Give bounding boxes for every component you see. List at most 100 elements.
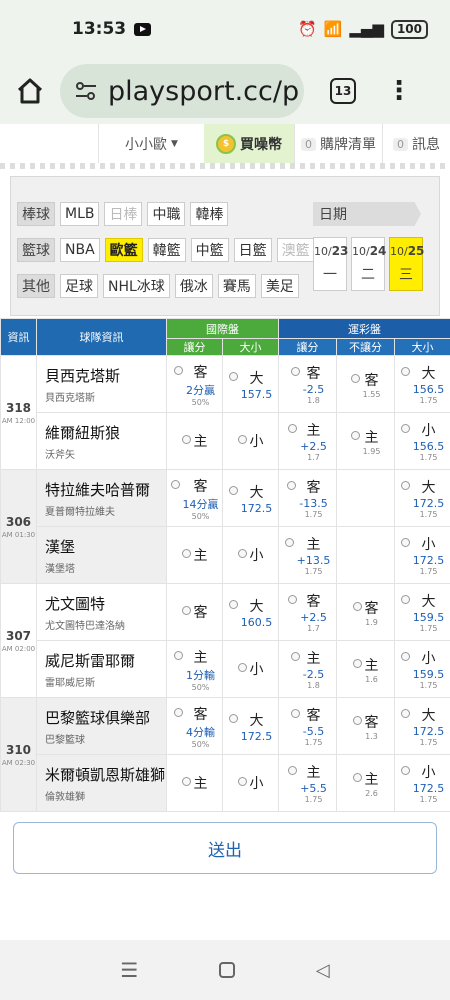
radio-button[interactable]: [290, 367, 300, 376]
radio-button[interactable]: [174, 650, 183, 660]
odds-option[interactable]: 客 4分輸 50%: [166, 697, 223, 755]
radio-button[interactable]: [181, 777, 191, 786]
radio-button[interactable]: [400, 709, 410, 718]
radio-button[interactable]: [228, 713, 238, 723]
radio-button[interactable]: [174, 365, 183, 375]
radio-button[interactable]: [400, 481, 410, 490]
radio-button[interactable]: [237, 777, 247, 786]
odds-option[interactable]: 大 160.5: [222, 583, 279, 641]
date-tab-25[interactable]: 10/25 三: [389, 237, 424, 291]
radio-button[interactable]: [284, 538, 294, 547]
radio-button[interactable]: [287, 481, 297, 490]
home-nav-icon[interactable]: [219, 962, 236, 978]
odds-option[interactable]: 主 1.95: [336, 412, 395, 470]
radio-button[interactable]: [400, 424, 410, 433]
site-settings-icon[interactable]: [74, 81, 98, 101]
odds-option[interactable]: 小: [222, 754, 279, 812]
filter-khl[interactable]: 俄冰: [174, 274, 213, 298]
radio-button[interactable]: [400, 595, 410, 604]
filter-euro-basketball[interactable]: 歐籃: [104, 238, 143, 262]
odds-option[interactable]: 客 1.55: [336, 355, 395, 413]
radio-button[interactable]: [288, 424, 298, 433]
radio-button[interactable]: [288, 766, 298, 775]
radio-button[interactable]: [400, 766, 410, 775]
odds-option[interactable]: 大 172.5: [222, 697, 279, 755]
filter-nfl[interactable]: 美足: [260, 274, 299, 298]
odds-option[interactable]: 大 172.5 1.75: [393, 469, 450, 527]
odds-option[interactable]: 主 +13.5 1.75: [278, 526, 337, 584]
odds-option[interactable]: 小: [222, 526, 279, 584]
filter-nba[interactable]: NBA: [60, 238, 100, 262]
submit-button[interactable]: 送出: [13, 822, 437, 874]
filter-bleague[interactable]: 日籃: [233, 238, 272, 262]
odds-option[interactable]: 主 +5.5 1.75: [278, 754, 337, 812]
odds-option[interactable]: 客 1.9: [336, 583, 395, 641]
back-icon[interactable]: ◁: [316, 960, 330, 981]
filter-kbl[interactable]: 韓籃: [147, 238, 186, 262]
odds-option[interactable]: 客: [166, 583, 223, 641]
odds-option[interactable]: 小 172.5 1.75: [393, 754, 450, 812]
radio-button[interactable]: [181, 549, 191, 558]
date-tab-23[interactable]: 10/23 一: [313, 237, 348, 291]
radio-button[interactable]: [352, 658, 362, 668]
odds-option[interactable]: 大 172.5: [222, 469, 279, 527]
odds-option[interactable]: 主 +2.5 1.7: [278, 412, 337, 470]
radio-button[interactable]: [400, 538, 410, 547]
odds-option[interactable]: 客 1.3: [336, 697, 395, 755]
filter-soccer[interactable]: 足球: [60, 274, 98, 298]
odds-option[interactable]: 主: [166, 754, 223, 812]
odds-option[interactable]: 主: [166, 412, 223, 470]
odds-option[interactable]: 客 +2.5 1.7: [278, 583, 337, 641]
odds-option[interactable]: 大 156.5 1.75: [393, 355, 450, 413]
radio-button[interactable]: [170, 479, 180, 489]
odds-option[interactable]: 客 2分贏 50%: [166, 355, 223, 413]
odds-option[interactable]: 客 -13.5 1.75: [278, 469, 337, 527]
odds-option[interactable]: 大 172.5 1.75: [393, 697, 450, 755]
radio-button[interactable]: [181, 606, 191, 615]
filter-kbo[interactable]: 韓棒: [190, 202, 229, 226]
odds-option[interactable]: 主 -2.5 1.8: [278, 640, 337, 698]
recent-apps-icon[interactable]: ☰: [120, 958, 138, 982]
tab-switcher-button[interactable]: 13: [330, 78, 356, 104]
radio-button[interactable]: [350, 373, 360, 383]
odds-option[interactable]: 大 159.5 1.75: [393, 583, 450, 641]
filter-cpbl[interactable]: 中職: [147, 202, 186, 226]
odds-option[interactable]: 小 156.5 1.75: [393, 412, 450, 470]
radio-button[interactable]: [352, 601, 362, 611]
odds-option[interactable]: 客 -2.5 1.8: [278, 355, 337, 413]
radio-button[interactable]: [237, 435, 247, 444]
filter-sbl[interactable]: 中籃: [190, 238, 229, 262]
radio-button[interactable]: [181, 435, 191, 444]
user-menu[interactable]: 小小歐 ▼: [98, 124, 204, 164]
radio-button[interactable]: [350, 430, 360, 440]
home-button[interactable]: [0, 58, 60, 124]
radio-button[interactable]: [228, 371, 238, 381]
odds-option[interactable]: 主: [166, 526, 223, 584]
radio-button[interactable]: [228, 599, 238, 609]
odds-option[interactable]: 大 157.5: [222, 355, 279, 413]
radio-button[interactable]: [228, 485, 238, 495]
odds-option[interactable]: 客 14分贏 50%: [166, 469, 223, 527]
radio-button[interactable]: [174, 707, 183, 717]
odds-option[interactable]: 小 172.5 1.75: [393, 526, 450, 584]
filter-horse-racing[interactable]: 賽馬: [217, 274, 256, 298]
filter-nhl[interactable]: NHL冰球: [103, 274, 170, 298]
radio-button[interactable]: [288, 595, 298, 604]
odds-option[interactable]: 小 159.5 1.75: [393, 640, 450, 698]
address-bar[interactable]: playsport.cc/p: [60, 64, 304, 118]
buy-coin-button[interactable]: $ 買噪幣: [204, 124, 294, 164]
radio-button[interactable]: [352, 772, 362, 782]
radio-button[interactable]: [290, 709, 300, 718]
radio-button[interactable]: [237, 663, 247, 672]
message-link[interactable]: 0 訊息: [382, 124, 450, 164]
date-tab-24[interactable]: 10/24 二: [351, 237, 386, 291]
odds-option[interactable]: 主 2.6: [336, 754, 395, 812]
radio-button[interactable]: [352, 715, 362, 725]
odds-option[interactable]: 主 1分輸 50%: [166, 640, 223, 698]
cart-link[interactable]: 0 購牌清單: [294, 124, 382, 164]
odds-option[interactable]: 主 1.6: [336, 640, 395, 698]
radio-button[interactable]: [237, 549, 247, 558]
odds-option[interactable]: 客 -5.5 1.75: [278, 697, 337, 755]
radio-button[interactable]: [400, 652, 410, 661]
odds-option[interactable]: 小: [222, 412, 279, 470]
